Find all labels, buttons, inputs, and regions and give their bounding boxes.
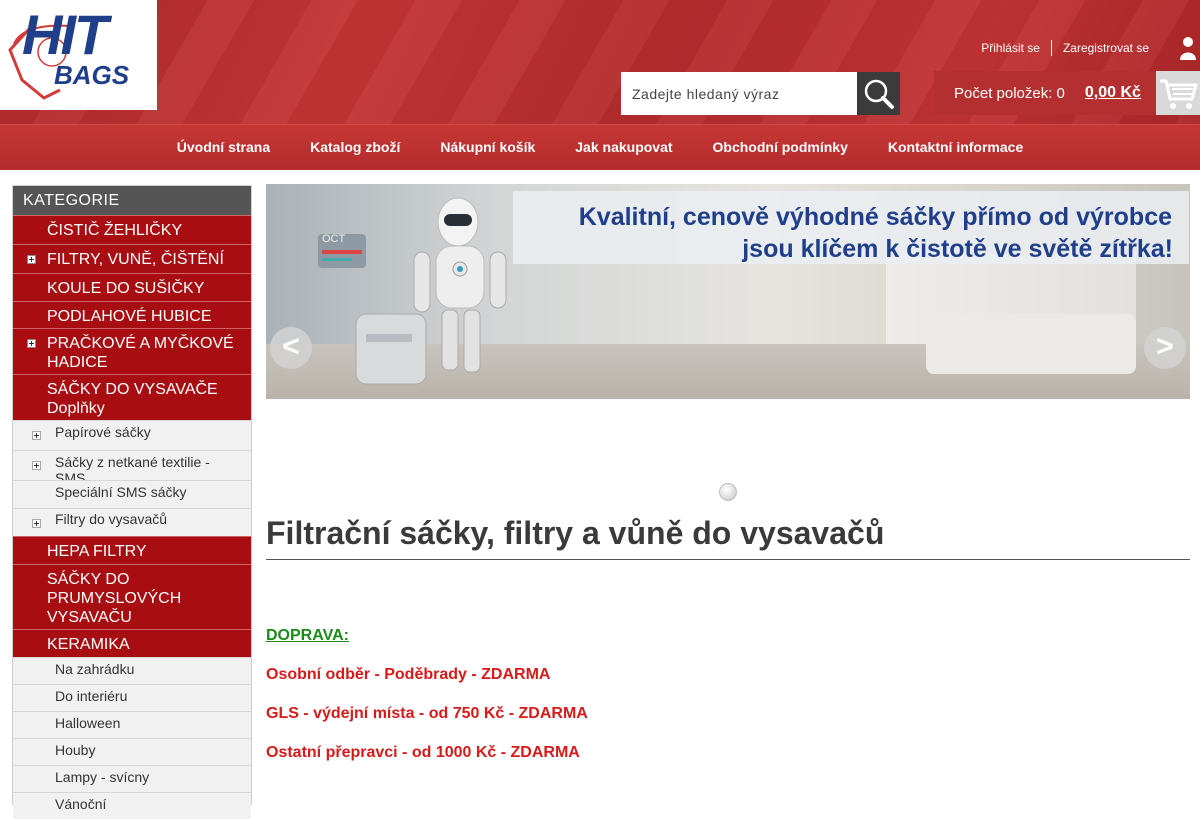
shipping-link[interactable]: DOPRAVA: xyxy=(266,627,349,645)
nav-contact[interactable]: Kontaktní informace xyxy=(868,125,1043,170)
nav-home[interactable]: Úvodní strana xyxy=(157,125,290,170)
cart-count: Počet položek: 0 xyxy=(954,84,1065,102)
sidebar-subitem-halloween[interactable]: Halloween xyxy=(13,711,251,738)
robot-illustration-icon: OCT xyxy=(318,197,507,385)
promo-banner[interactable]: OCT Kvalitní, cenově výhodné sáčky přímo… xyxy=(266,184,1190,399)
logo-bags-text: BAGS xyxy=(54,60,130,90)
sidebar-item-dryer-balls[interactable]: KOULE DO SUŠIČKY xyxy=(13,273,251,301)
expand-icon[interactable] xyxy=(32,431,41,440)
expand-icon[interactable] xyxy=(32,519,41,528)
nav-how-to-buy[interactable]: Jak nakupovat xyxy=(555,125,692,170)
banner-headline: Kvalitní, cenově výhodné sáčky přímo od … xyxy=(513,191,1189,264)
sidebar-subitem-special-sms[interactable]: Speciální SMS sáčky xyxy=(13,480,251,508)
slider-dot[interactable] xyxy=(719,483,737,501)
logo-hit-text: HIT xyxy=(22,3,108,66)
banner-line-1: Kvalitní, cenově výhodné sáčky přímo od … xyxy=(578,203,1172,231)
expand-icon[interactable] xyxy=(27,339,36,348)
sidebar-item-ceramics[interactable]: KERAMIKA xyxy=(13,629,251,657)
sidebar-item-floor-nozzles[interactable]: PODLAHOVÉ HUBICE xyxy=(13,301,251,328)
page-title: Filtrační sáčky, filtry a vůně do vysava… xyxy=(266,515,1190,560)
banner-oct-label: OCT xyxy=(322,233,346,245)
shipping-info-gls: GLS - výdejní místa - od 750 Kč - ZDARMA xyxy=(266,705,588,722)
sidebar-subitem-paper-bags[interactable]: Papírové sáčky xyxy=(13,420,251,450)
sidebar-subitem-filters[interactable]: Filtry do vysavačů xyxy=(13,508,251,536)
search-bar xyxy=(621,72,900,115)
sidebar-item-iron-cleaner[interactable]: ČISTIČ ŽEHLIČKY xyxy=(13,215,251,244)
sidebar-item-vacuum-bags[interactable]: SÁČKY DO VYSAVAČE Doplňky xyxy=(13,374,251,420)
nav-catalog[interactable]: Katalog zboží xyxy=(290,125,420,170)
cart-summary[interactable]: Počet položek: 0 0,00 Kč xyxy=(934,71,1200,115)
sidebar-subitem-interior[interactable]: Do interiéru xyxy=(13,684,251,711)
main-nav: Úvodní strana Katalog zboží Nákupní koší… xyxy=(0,124,1200,170)
logo[interactable]: HIT BAGS xyxy=(0,0,157,110)
sidebar-item-hepa[interactable]: HEPA FILTRY xyxy=(13,536,251,564)
shipping-info-other: Ostatní přepravci - od 1000 Kč - ZDARMA xyxy=(266,744,580,761)
sidebar-item-industrial-bags[interactable]: SÁČKY DO PRUMYSLOVÝCH VYSAVAČU xyxy=(13,564,251,629)
login-link[interactable]: Přihlásit se xyxy=(970,39,1051,57)
header: HIT BAGS Přihlásit se Zaregistrovat se P… xyxy=(0,0,1200,124)
sidebar-item-hoses[interactable]: PRAČKOVÉ A MYČKOVÉ HADICE xyxy=(13,328,251,374)
sidebar-subitem-mushrooms[interactable]: Houby xyxy=(13,738,251,765)
expand-icon[interactable] xyxy=(32,461,41,470)
nav-cart[interactable]: Nákupní košík xyxy=(420,125,555,170)
shipping-info-pickup: Osobní odběr - Poděbrady - ZDARMA xyxy=(266,666,551,683)
account-links: Přihlásit se Zaregistrovat se xyxy=(970,36,1200,60)
register-link[interactable]: Zaregistrovat se xyxy=(1052,39,1160,57)
sidebar-subitem-christmas[interactable]: Vánoční xyxy=(13,792,251,819)
sidebar-title: KATEGORIE xyxy=(13,186,251,215)
banner-sofa xyxy=(926,314,1136,374)
expand-icon[interactable] xyxy=(27,255,36,264)
user-icon[interactable] xyxy=(1160,36,1200,60)
banner-line-2: jsou klíčem k čistotě ve světě zítřka! xyxy=(742,235,1173,263)
search-icon xyxy=(864,79,894,109)
sidebar-subitem-sms-bags[interactable]: Sáčky z netkané textilie - SMS xyxy=(13,450,251,486)
slider-prev-button[interactable]: < xyxy=(270,327,312,369)
search-button[interactable] xyxy=(857,72,900,115)
sidebar-subitem-garden[interactable]: Na zahrádku xyxy=(13,657,251,684)
category-sidebar: KATEGORIE ČISTIČ ŽEHLIČKY FILTRY, VUNĚ, … xyxy=(12,185,252,819)
sidebar-item-filters[interactable]: FILTRY, VUNĚ, ČIŠTĚNÍ xyxy=(13,244,251,273)
cart-icon[interactable] xyxy=(1156,71,1200,115)
nav-terms[interactable]: Obchodní podmínky xyxy=(693,125,868,170)
search-input[interactable] xyxy=(621,72,857,115)
sidebar-subitem-lamps[interactable]: Lampy - svícny xyxy=(13,765,251,792)
cart-price[interactable]: 0,00 Kč xyxy=(1085,84,1141,102)
slider-next-button[interactable]: > xyxy=(1144,327,1186,369)
